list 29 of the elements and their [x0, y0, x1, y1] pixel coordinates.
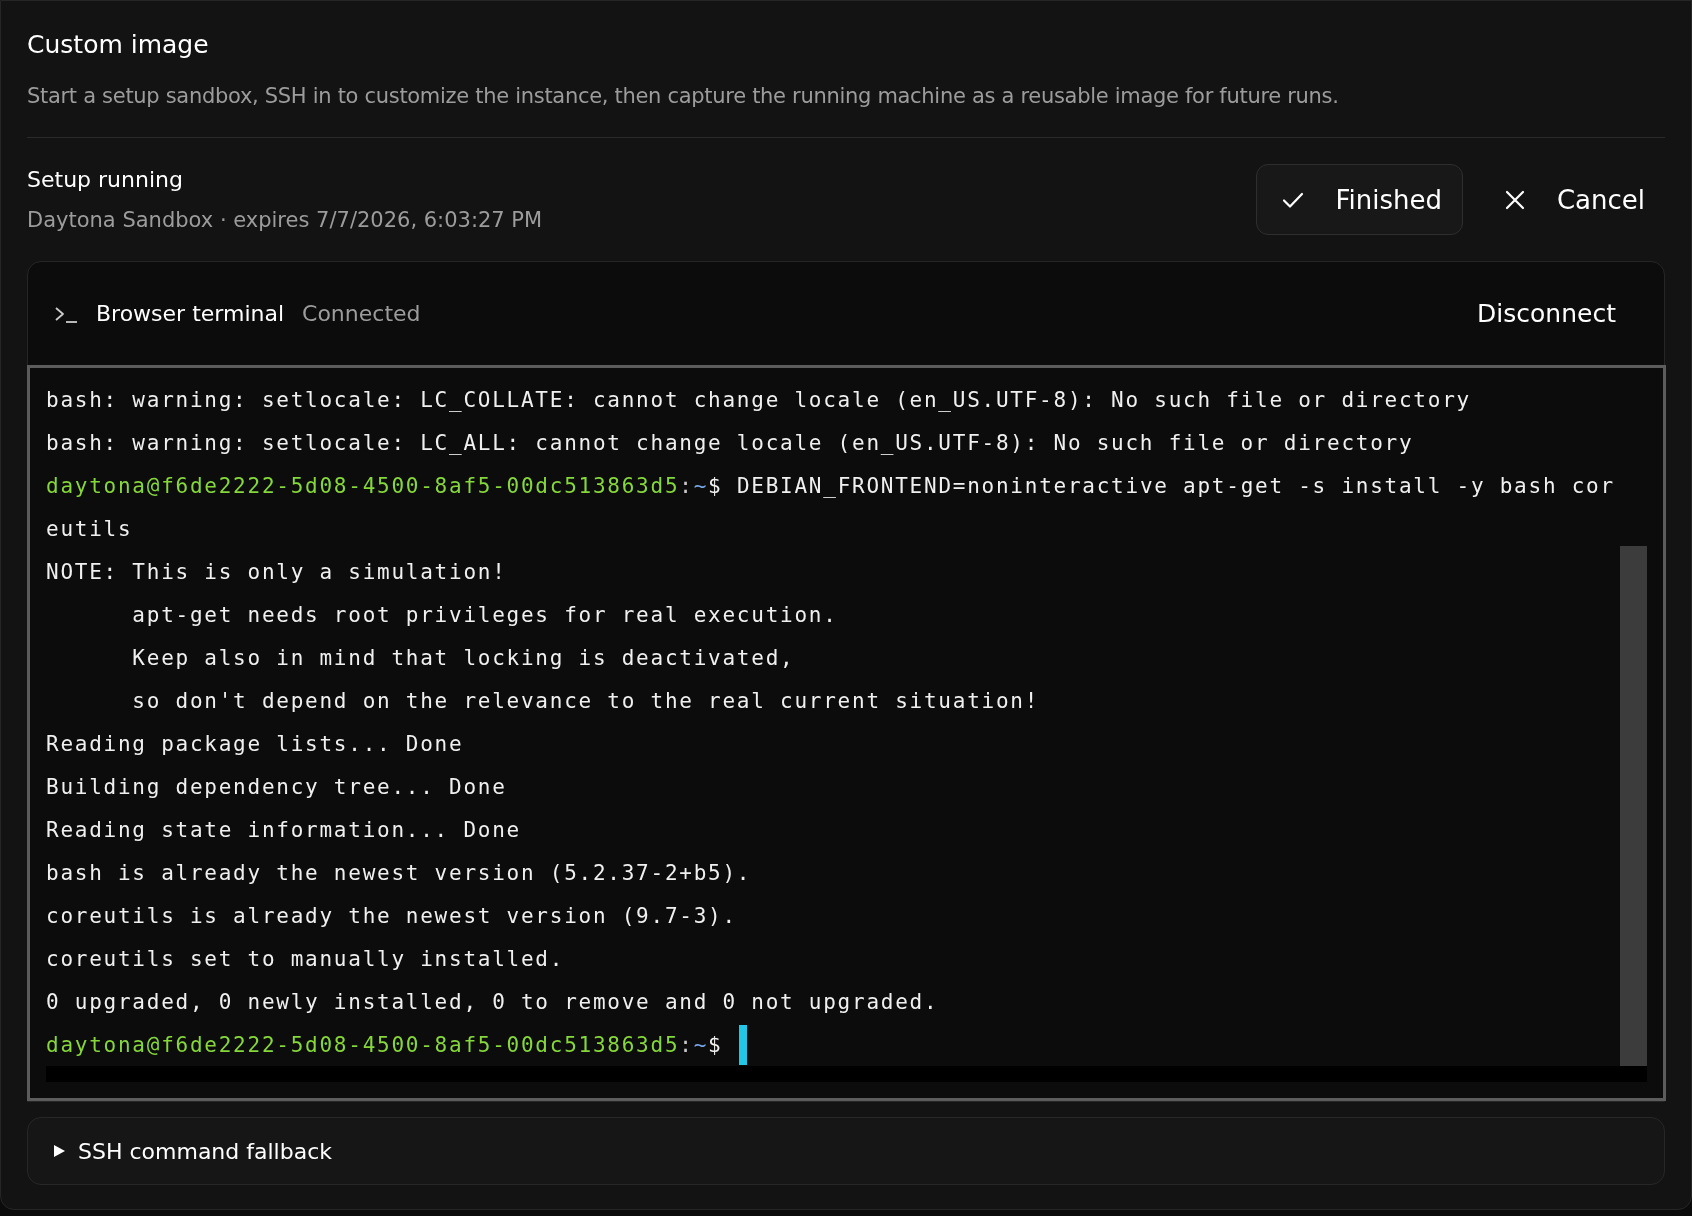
terminal-line: 0 upgraded, 0 newly installed, 0 to remove and 0 not upgraded.: [46, 989, 939, 1014]
panel-title: Custom image: [27, 29, 210, 61]
disconnect-button[interactable]: Disconnect: [1477, 299, 1616, 328]
terminal-line: daytona@f6de2222-5d08-4500-8af5-00dc513863d5:~$: [46, 1032, 723, 1057]
terminal-title: Browser terminal: [96, 301, 285, 326]
setup-status: Setup running: [27, 165, 184, 194]
terminal-line: eutils: [46, 516, 133, 541]
terminal-line: NOTE: This is only a simulation!: [46, 559, 507, 584]
finished-button[interactable]: Finished: [1256, 164, 1463, 235]
scrollbar-thumb[interactable]: [1620, 546, 1647, 1066]
terminal-line: bash: warning: setlocale: LC_ALL: cannot change locale (en_US.UTF-8): No such file or directory: [46, 430, 1414, 455]
terminal-line: so don't depend on the relevance to the real current situation!: [131, 688, 1040, 713]
terminal-line: coreutils set to manually installed.: [46, 946, 565, 971]
horizontal-scrollbar[interactable]: [46, 1066, 1647, 1082]
connection-status: Connected: [302, 301, 421, 326]
setup-details: Daytona Sandbox · expires 7/7/2026, 6:03:27 PM: [27, 206, 543, 234]
cancel-button[interactable]: Cancel: [1478, 164, 1651, 235]
terminal-line: Reading package lists... Done: [46, 731, 464, 756]
terminal-line: apt-get needs root privileges for real execution.: [131, 602, 838, 627]
terminal-line: daytona@f6de2222-5d08-4500-8af5-00dc513863d5:~$ DEBIAN_FRONTEND=noninteractive apt-get -s install -y bash cor: [46, 473, 1615, 498]
terminal-line: bash is already the newest version (5.2.37-2+b5).: [46, 860, 752, 885]
panel-description: Start a setup sandbox, SSH in to customize the instance, then capture the running machine as a reusable image for future runs.: [27, 83, 1340, 110]
terminal-line: bash: warning: setlocale: LC_COLLATE: cannot change locale (en_US.UTF-8): No such file or directory: [46, 387, 1471, 412]
terminal-line: Building dependency tree... Done: [46, 774, 507, 799]
terminal-line: Keep also in mind that locking is deactivated,: [131, 645, 795, 670]
ssh-fallback-toggle[interactable]: SSH command fallback: [27, 1117, 1665, 1185]
triangle-right-icon: [52, 1144, 66, 1158]
terminal-line: coreutils is already the newest version (9.7-3).: [46, 903, 737, 928]
terminal-line: Reading state information... Done: [46, 817, 521, 842]
